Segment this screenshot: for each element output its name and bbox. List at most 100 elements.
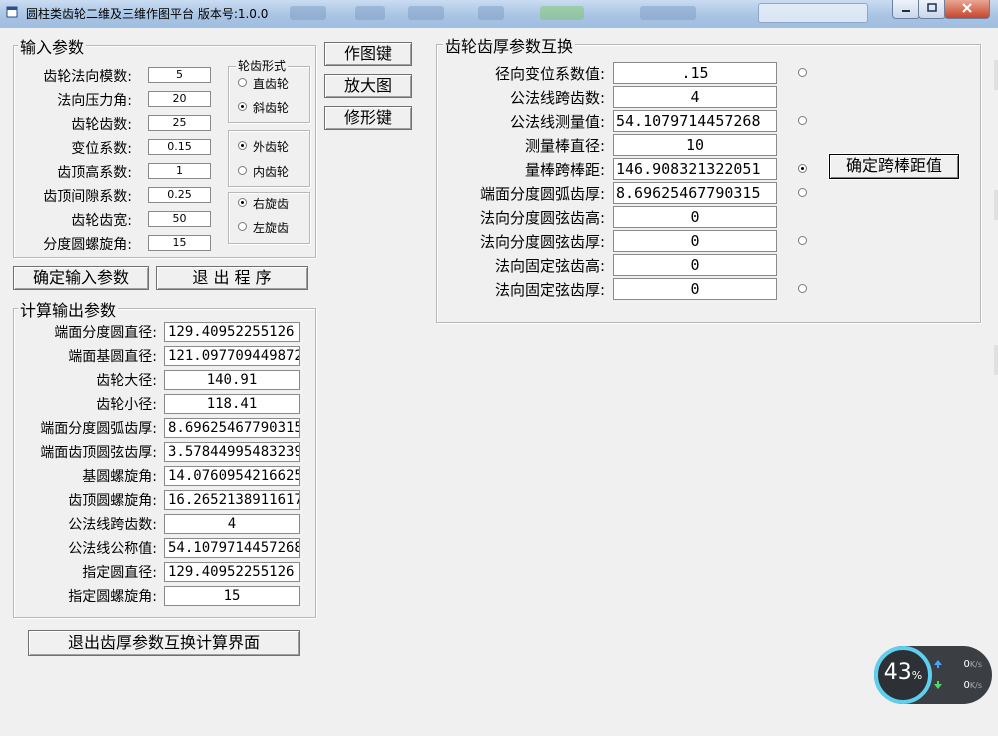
- input-label: 齿轮齿数:: [71, 117, 132, 133]
- input-field[interactable]: 15: [148, 235, 211, 251]
- input-label: 齿顶高系数:: [57, 165, 132, 181]
- gear-form-label: 直齿轮: [253, 77, 290, 91]
- conversion-field[interactable]: 8.69625467790315: [613, 182, 777, 204]
- conversion-select-radio[interactable]: [798, 284, 807, 293]
- helix-direction-label: 右旋齿: [253, 197, 290, 211]
- blurred-taskbar-item: [355, 6, 385, 20]
- helix-direction-radio[interactable]: [238, 198, 247, 207]
- conversion-field[interactable]: 0: [613, 206, 777, 228]
- input-field[interactable]: 0.25: [148, 187, 211, 203]
- gear-type-radio[interactable]: [238, 166, 247, 175]
- input-field[interactable]: 5: [148, 67, 211, 83]
- output-label: 端面齿顶圆弦齿厚:: [40, 445, 157, 461]
- input-field[interactable]: 50: [148, 211, 211, 227]
- conversion-field[interactable]: 0: [613, 230, 777, 252]
- upload-speed-unit: K/s: [969, 660, 982, 669]
- output-field: 118.41: [164, 394, 300, 414]
- helix-direction-label: 左旋齿: [253, 221, 290, 235]
- output-label: 齿轮小径:: [96, 397, 157, 413]
- blurred-taskbar-item: [408, 6, 444, 20]
- output-label: 齿顶圆螺旋角:: [68, 493, 157, 509]
- gear-type-label: 内齿轮: [253, 165, 290, 179]
- minimize-button[interactable]: [892, 0, 920, 19]
- conversion-select-radio[interactable]: [798, 164, 807, 173]
- conversion-select-radio[interactable]: [798, 116, 807, 125]
- conversion-field[interactable]: 0: [613, 278, 777, 300]
- conversion-field[interactable]: 4: [613, 86, 777, 108]
- blurred-taskbar-item: [640, 6, 696, 20]
- input-label: 齿轮齿宽:: [71, 213, 132, 229]
- close-button[interactable]: [944, 0, 990, 19]
- gear-form-radio[interactable]: [238, 102, 247, 111]
- window-title: 圆柱类齿轮二维及三维作图平台 版本号:1.0.0: [26, 7, 269, 21]
- conversion-field[interactable]: 10: [613, 134, 777, 156]
- blurred-search-box: [758, 3, 868, 23]
- conversion-label: 法向固定弦齿高:: [494, 257, 605, 275]
- upload-arrow-icon: [934, 660, 942, 668]
- conversion-select-radio[interactable]: [798, 236, 807, 245]
- input-label: 齿轮法向模数:: [43, 69, 132, 85]
- blurred-taskbar-item: [540, 6, 584, 20]
- download-speed-unit: K/s: [969, 681, 982, 690]
- output-field: 14.0760954216625: [164, 466, 300, 486]
- output-field: 140.91: [164, 370, 300, 390]
- conversion-label: 端面分度圆弧齿厚:: [479, 185, 605, 203]
- conversion-label: 公法线测量值:: [509, 113, 605, 131]
- draw-button[interactable]: 作图键: [324, 42, 412, 66]
- edge-mark: [994, 190, 998, 220]
- output-field: 54.1079714457268: [164, 538, 300, 558]
- output-label: 指定圆直径:: [82, 565, 157, 581]
- output-field: 15: [164, 586, 300, 606]
- output-field: 8.69625467790315: [164, 418, 300, 438]
- input-label: 变位系数:: [71, 141, 132, 157]
- close-icon: [962, 3, 972, 13]
- thickness-conversion-title: 齿轮齿厚参数互换: [443, 33, 576, 57]
- input-params-title: 输入参数: [18, 34, 87, 58]
- input-label: 分度圆螺旋角:: [43, 237, 132, 253]
- exit-conversion-button[interactable]: 退出齿厚参数互换计算界面: [28, 630, 300, 656]
- conversion-field[interactable]: 146.908321322051: [613, 158, 777, 180]
- gear-type-label: 外齿轮: [253, 140, 290, 154]
- gear-form-title: 轮齿形式: [236, 57, 289, 74]
- gear-form-radio[interactable]: [238, 78, 247, 87]
- output-label: 端面基圆直径:: [68, 349, 157, 365]
- input-field[interactable]: 1: [148, 163, 211, 179]
- gauge-percent-unit: %: [911, 669, 923, 682]
- conversion-label: 径向变位系数值:: [494, 65, 605, 83]
- conversion-label: 法向固定弦齿厚:: [494, 281, 605, 299]
- app-icon: [6, 6, 18, 18]
- input-field[interactable]: 20: [148, 91, 211, 107]
- input-field[interactable]: 0.15: [148, 139, 211, 155]
- zoom-button[interactable]: 放大图: [324, 74, 412, 98]
- output-field: 4: [164, 514, 300, 534]
- exit-program-button[interactable]: 退 出 程 序: [156, 266, 308, 290]
- conversion-field[interactable]: 54.1079714457268: [613, 110, 777, 132]
- conversion-select-radio[interactable]: [798, 188, 807, 197]
- output-label: 公法线公称值:: [68, 541, 157, 557]
- maximize-button[interactable]: [918, 0, 946, 19]
- output-label: 指定圆螺旋角:: [68, 589, 157, 605]
- conversion-label: 公法线跨齿数:: [509, 89, 605, 107]
- input-label: 法向压力角:: [57, 93, 132, 109]
- conversion-label: 量棒跨棒距:: [524, 161, 605, 179]
- upload-speed: 0K/s: [950, 659, 982, 670]
- input-field[interactable]: 25: [148, 115, 211, 131]
- output-label: 齿轮大径:: [96, 373, 157, 389]
- conversion-field[interactable]: .15: [613, 62, 777, 84]
- output-label: 端面分度圆直径:: [54, 325, 157, 341]
- gear-type-radio[interactable]: [238, 141, 247, 150]
- modify-button[interactable]: 修形键: [324, 106, 412, 130]
- output-field: 16.2652138911617: [164, 490, 300, 510]
- conversion-field[interactable]: 0: [613, 254, 777, 276]
- conversion-select-radio[interactable]: [798, 68, 807, 77]
- output-field: 121.097709449872: [164, 346, 300, 366]
- output-field: 3.57844995483239: [164, 442, 300, 462]
- edge-mark: [994, 60, 998, 90]
- output-label: 基圆螺旋角:: [82, 469, 157, 485]
- helix-direction-radio[interactable]: [238, 222, 247, 231]
- output-label: 端面分度圆弧齿厚:: [40, 421, 157, 437]
- confirm-span-button[interactable]: 确定跨棒距值: [829, 154, 959, 179]
- maximize-icon: [927, 3, 937, 12]
- confirm-input-button[interactable]: 确定输入参数: [13, 266, 149, 290]
- gauge-percent-value: 43: [883, 660, 912, 685]
